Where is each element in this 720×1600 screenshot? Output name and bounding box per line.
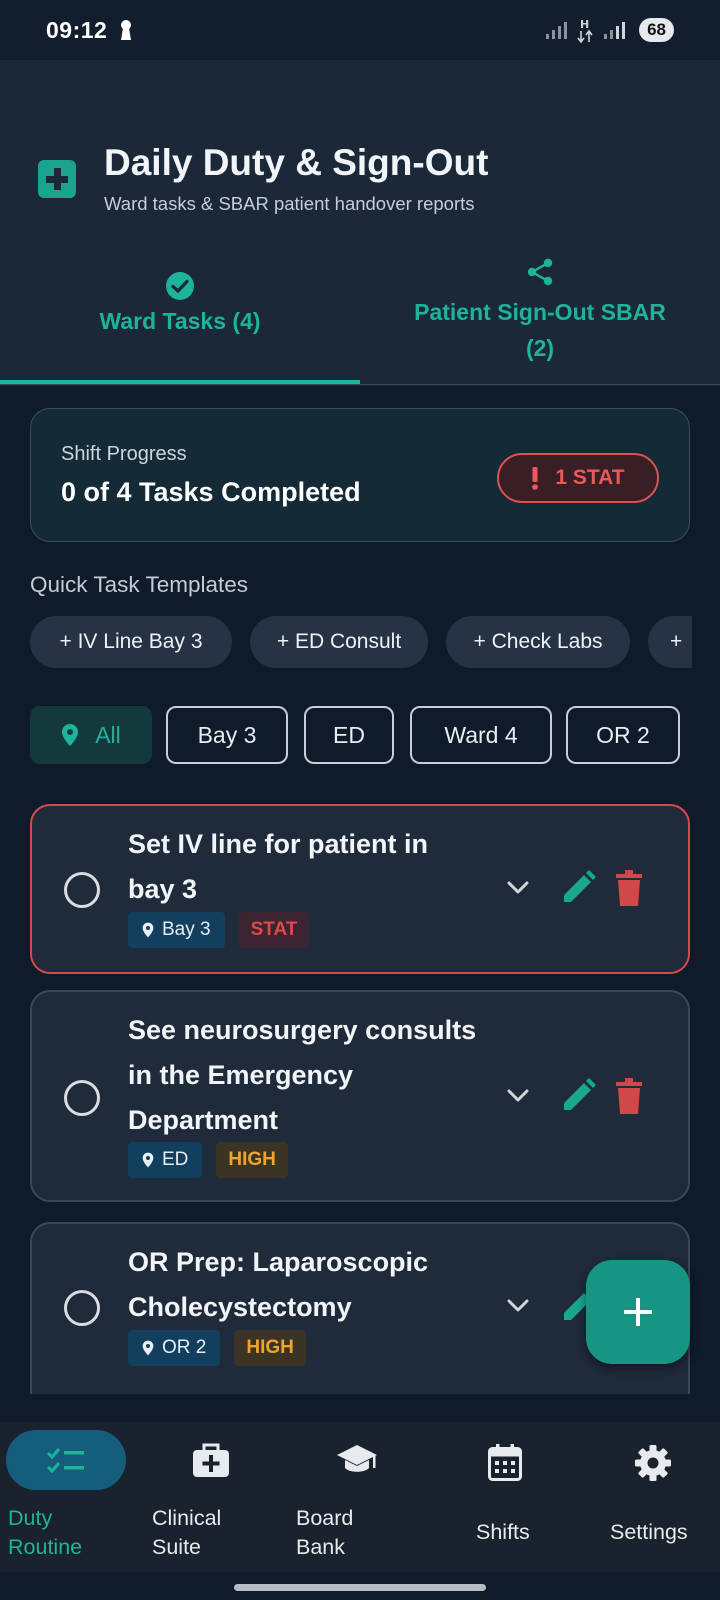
location-tag-label: Bay 3: [162, 919, 211, 940]
task-complete-checkbox[interactable]: [64, 1080, 100, 1116]
delete-trash-icon[interactable]: [616, 870, 642, 906]
nav-duty-routine-label-1: Duty: [8, 1506, 53, 1530]
plus-icon: [624, 1298, 652, 1326]
location-tag: Bay 3: [128, 912, 225, 948]
shift-progress-card: Shift Progress 0 of 4 Tasks Completed 1 …: [30, 408, 690, 542]
location-filter-row[interactable]: All Bay 3 ED Ward 4 OR 2: [30, 706, 692, 768]
nav-board-bank-label-2: Bank: [296, 1535, 346, 1559]
chevron-down-icon[interactable]: [506, 1298, 530, 1314]
priority-tag: HIGH: [216, 1142, 288, 1178]
template-chip-more[interactable]: +: [648, 616, 692, 668]
template-chip-ed-consult[interactable]: + ED Consult: [250, 616, 428, 668]
medical-bag-icon: [193, 1443, 229, 1477]
tab-ward-tasks[interactable]: Ward Tasks (4): [0, 270, 360, 386]
filter-bay-3[interactable]: Bay 3: [166, 706, 288, 764]
medical-cross-icon: [38, 160, 76, 198]
location-tag: OR 2: [128, 1330, 221, 1366]
nav-shifts-label: Shifts: [476, 1520, 530, 1544]
edit-pencil-icon[interactable]: [560, 870, 596, 906]
task-tags: ED HIGH: [128, 1142, 288, 1178]
filter-ward-4[interactable]: Ward 4: [410, 706, 552, 764]
add-task-button[interactable]: [586, 1260, 690, 1364]
stat-count-badge[interactable]: 1 STAT: [497, 453, 659, 503]
status-icons: H 68: [545, 17, 674, 43]
nav-duty-routine[interactable]: Duty Routine: [0, 1422, 140, 1572]
edit-pencil-icon[interactable]: [560, 1078, 596, 1114]
check-circle-icon: [166, 272, 194, 300]
chevron-down-icon[interactable]: [506, 880, 530, 896]
nav-shifts[interactable]: Shifts: [440, 1422, 570, 1572]
location-tag-label: OR 2: [162, 1337, 207, 1358]
graduation-cap-icon: [337, 1445, 377, 1472]
data-transfer-icon: H: [577, 18, 593, 43]
location-tag: ED: [128, 1142, 203, 1178]
task-complete-checkbox[interactable]: [64, 1290, 100, 1326]
status-time: 09:12: [46, 16, 108, 43]
bottom-navigation: Duty Routine Clinical Suite Board Bank S…: [0, 1422, 720, 1572]
task-tags: OR 2 HIGH: [128, 1330, 306, 1366]
nav-settings-label: Settings: [610, 1520, 688, 1544]
page-title: Daily Duty & Sign-Out: [104, 142, 489, 183]
priority-tag: HIGH: [234, 1330, 306, 1366]
tab-sign-out-label-line1: Patient Sign-Out SBAR: [414, 299, 666, 325]
task-tags: Bay 3 STAT: [128, 912, 310, 948]
location-pin-icon: [62, 724, 79, 746]
template-chip-iv-line[interactable]: + IV Line Bay 3: [30, 616, 232, 668]
shift-progress-value: 0 of 4 Tasks Completed: [61, 477, 361, 507]
template-chip-check-labs[interactable]: + Check Labs: [446, 616, 630, 668]
nav-clinical-suite-label-2: Suite: [152, 1535, 202, 1559]
share-icon: [527, 258, 553, 286]
status-bar: 09:12 H 68: [0, 0, 720, 60]
quick-templates-row[interactable]: + IV Line Bay 3 + ED Consult + Check Lab…: [30, 616, 692, 670]
task-card[interactable]: Set IV line for patient in bay 3 Bay 3 S…: [30, 804, 690, 974]
tab-divider: [0, 384, 720, 385]
gear-icon: [635, 1445, 671, 1481]
calendar-icon: [488, 1444, 522, 1481]
task-title: OR Prep: Laparoscopic Cholecystectomy: [128, 1247, 429, 1322]
signal-icon: [546, 22, 568, 39]
location-tag-label: ED: [162, 1149, 189, 1170]
page-subtitle: Ward tasks & SBAR patient handover repor…: [104, 193, 475, 214]
tab-sign-out-sbar[interactable]: Patient Sign-Out SBAR (2): [360, 256, 720, 372]
keyhole-icon: [119, 19, 133, 41]
nav-settings[interactable]: Settings: [580, 1422, 720, 1572]
chevron-down-icon[interactable]: [506, 1088, 530, 1104]
nav-board-bank-label-1: Board: [296, 1506, 354, 1530]
delete-trash-icon[interactable]: [616, 1078, 642, 1114]
task-title: Set IV line for patient in bay 3: [128, 829, 429, 904]
priority-tag: STAT: [238, 912, 310, 948]
nav-board-bank[interactable]: Board Bank: [286, 1422, 426, 1572]
quick-templates-title: Quick Task Templates: [30, 572, 249, 597]
filter-or-2[interactable]: OR 2: [566, 706, 680, 764]
battery-indicator: 68: [639, 18, 674, 42]
svg-text:H: H: [580, 18, 589, 31]
filter-all-label: All: [95, 721, 121, 748]
task-card[interactable]: See neurosurgery consults in the Emergen…: [30, 990, 690, 1202]
checklist-icon: [46, 1448, 84, 1474]
location-pin-icon: [142, 1340, 154, 1356]
shift-progress-label: Shift Progress: [61, 443, 187, 465]
filter-all[interactable]: All: [30, 706, 152, 764]
tab-sign-out-label-line2: (2): [525, 335, 555, 361]
signal-icon-2: [604, 22, 626, 39]
task-complete-checkbox[interactable]: [64, 872, 100, 908]
filter-ed[interactable]: ED: [304, 706, 394, 764]
nav-clinical-suite[interactable]: Clinical Suite: [140, 1422, 280, 1572]
exclamation-icon: [532, 467, 539, 490]
stat-count-label: 1 STAT: [555, 466, 625, 489]
nav-clinical-suite-label-1: Clinical: [152, 1506, 222, 1530]
tab-ward-tasks-label: Ward Tasks (4): [99, 308, 261, 334]
home-indicator[interactable]: [234, 1584, 486, 1591]
task-title: See neurosurgery consults in the Emergen…: [128, 1015, 477, 1135]
location-pin-icon: [142, 1152, 154, 1168]
nav-duty-routine-label-2: Routine: [8, 1535, 83, 1559]
location-pin-icon: [142, 922, 154, 938]
